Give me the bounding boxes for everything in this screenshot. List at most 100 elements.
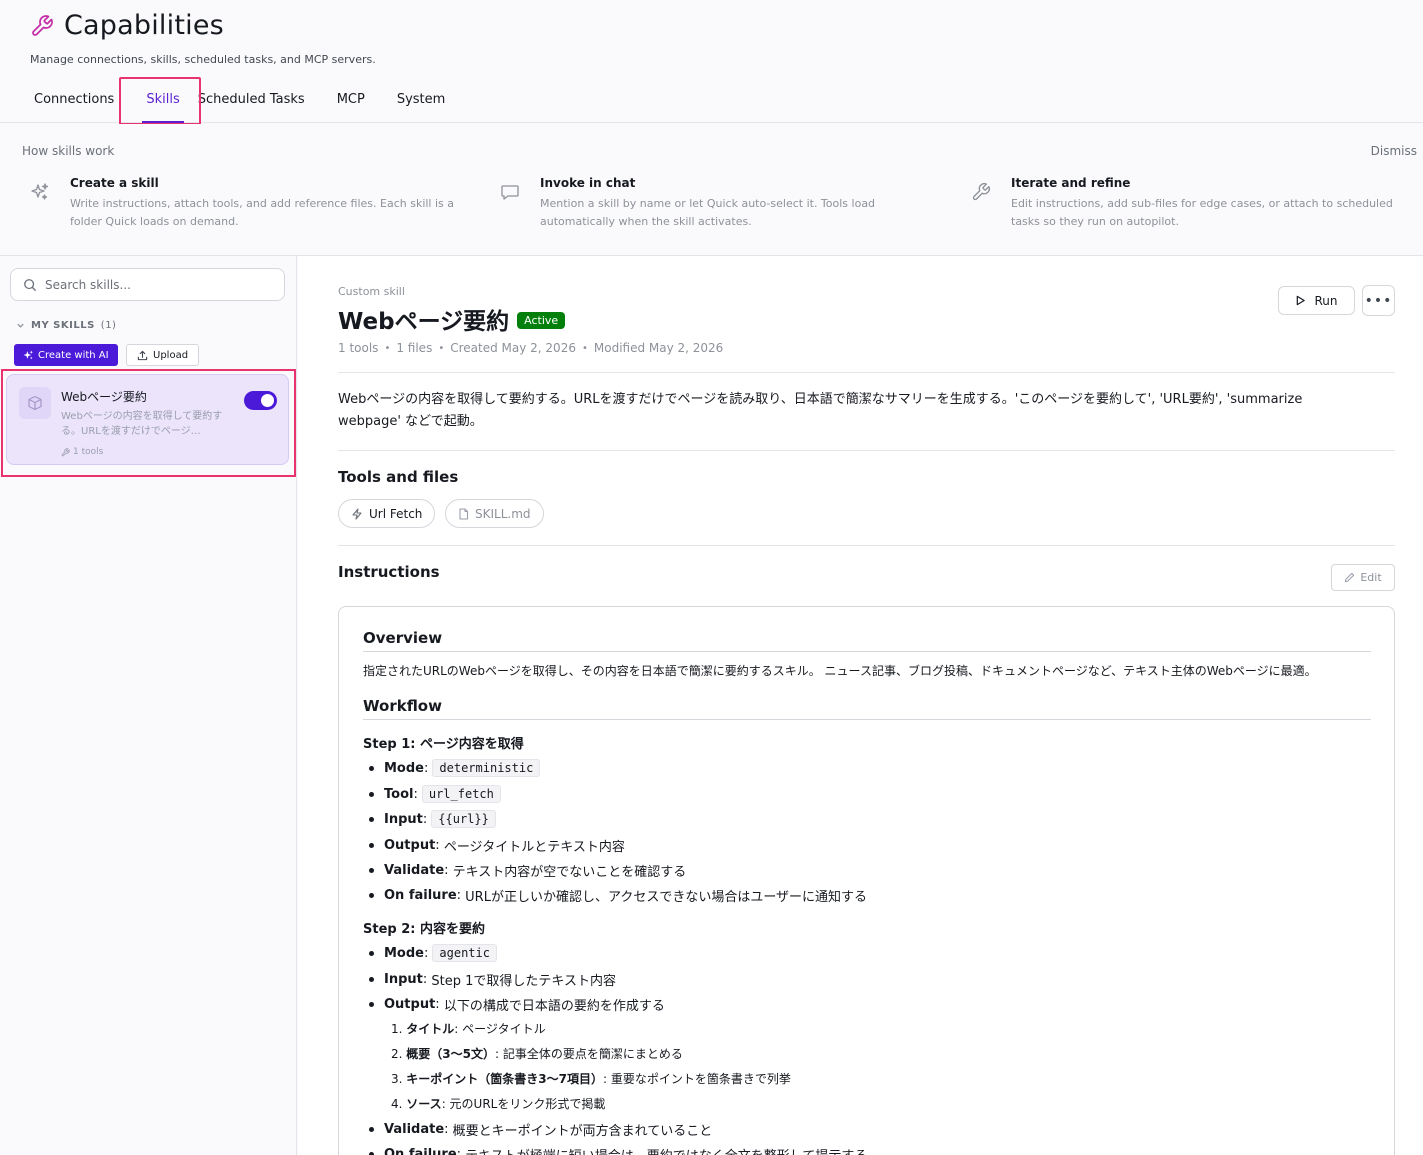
bullet [369, 950, 374, 956]
tab-skills[interactable]: Skills [134, 80, 191, 123]
upload-icon [137, 350, 148, 360]
meta-created: Created May 2, 2026 [450, 341, 576, 355]
ordered-key: ソース [406, 1097, 442, 1111]
list-item-value: URLが正しいか確認し、アクセスできない場合はユーザーに通知する [465, 890, 868, 905]
skill-description: Webページの内容を取得して要約する。URLを渡すだけでページを読み取り、日本語… [338, 392, 1303, 429]
skill-card-desc: Webページの内容を取得して要約する。URLを渡すだけでページ… [61, 411, 223, 437]
heading-rule [363, 651, 1371, 652]
skill-card-tools-count: 1 tools [73, 447, 104, 457]
file-chip-label: SKILL.md [475, 506, 531, 521]
tools-heading: Tools and files [338, 468, 459, 486]
run-button[interactable]: Run [1278, 286, 1355, 315]
code-value: agentic [432, 944, 497, 962]
edit-button[interactable]: Edit [1331, 564, 1395, 591]
tab-mcp[interactable]: MCP [317, 80, 377, 123]
upload-label: Upload [153, 349, 189, 361]
skill-enabled-toggle[interactable] [244, 391, 277, 410]
wrench-icon [61, 447, 70, 456]
code-value: {{url}} [431, 810, 496, 828]
heading-rule [363, 719, 1371, 720]
list-item-value: 以下の構成で日本語の要約を作成する [443, 999, 665, 1014]
list-item-key: Output [384, 838, 436, 853]
list-item-key: Tool [384, 786, 414, 802]
play-icon [1297, 295, 1306, 306]
ordered-num: 2. [391, 1047, 403, 1061]
list-item: Input: Step 1で取得したテキスト内容 [369, 970, 616, 989]
how-card-title: Create a skill [70, 176, 159, 190]
tool-chip-label: Url Fetch [369, 506, 423, 521]
ordered-value: : 記事全体の要点を簡潔にまとめる [494, 1047, 683, 1061]
code-value: deterministic [432, 759, 541, 777]
skill-kicker: Custom skill [338, 285, 405, 298]
bullet [369, 765, 374, 771]
sparkle-icon [31, 183, 49, 200]
skill-card[interactable]: Webページ要約 Webページの内容を取得して要約する。URLを渡すだけでページ… [6, 374, 289, 465]
overview-paragraph: 指定されたURLのWebページを取得し、その内容を日本語で簡潔に要約するスキル。… [363, 664, 1317, 678]
title-row: Capabilities [30, 10, 224, 41]
meta-modified: Modified May 2, 2026 [593, 341, 724, 355]
list-item-value: 概要とキーポイントが両方含まれていること [452, 1124, 713, 1139]
list-item-key: On failure [384, 1147, 457, 1155]
ordered-key: キーポイント（箇条書き3〜7項目） [406, 1072, 603, 1086]
instructions-document: Overview 指定されたURLのWebページを取得し、その内容を日本語で簡潔… [338, 606, 1395, 1155]
more-options-button[interactable]: ••• [1362, 285, 1395, 316]
page-header: Capabilities Manage connections, skills,… [0, 0, 1423, 125]
my-skills-header[interactable]: MY SKILLS (1) [16, 320, 116, 331]
meta-separator: • [581, 342, 588, 354]
my-skills-label: MY SKILLS [31, 320, 95, 331]
skills-sidebar: MY SKILLS (1) Create with AI Upload Webペ… [0, 256, 297, 1155]
create-with-ai-label: Create with AI [38, 349, 109, 361]
ordered-item: 1. タイトル: ページタイトル [391, 1020, 546, 1037]
tab-connections[interactable]: Connections [22, 80, 126, 123]
list-item-key: Mode [384, 945, 424, 961]
list-item-key: Input [384, 811, 423, 827]
meta-files: 1 files [396, 341, 433, 355]
file-chip-skill-md[interactable]: SKILL.md [445, 499, 544, 528]
ordered-item: 3. キーポイント（箇条書き3〜7項目）: 重要なポイントを箇条書きで列挙 [391, 1070, 791, 1087]
search-input[interactable] [45, 275, 275, 295]
list-item-value: テキストが極端に短い場合は、要約ではなく全文を整形して提示する [465, 1145, 867, 1155]
skill-card-name: Webページ要約 [61, 390, 147, 404]
list-item: Mode: agentic [369, 944, 497, 962]
meta-separator: • [384, 342, 391, 354]
list-item: Tool: url_fetch [369, 785, 501, 803]
ordered-item: 4. ソース: 元のURLをリンク形式で掲載 [391, 1095, 605, 1112]
step1-heading: Step 1: ページ内容を取得 [363, 737, 524, 752]
how-card-desc: Write instructions, attach tools, and ad… [70, 197, 455, 228]
my-skills-count: (1) [100, 320, 117, 331]
skill-detail: Custom skill Webページ要約 Active 1 tools • 1… [298, 256, 1423, 1155]
step2-heading: Step 2: 内容を要約 [363, 922, 485, 937]
list-item: Validate: テキスト内容が空でないことを確認する [369, 861, 686, 880]
bullet [369, 1002, 374, 1007]
ordered-key: タイトル [406, 1022, 455, 1036]
pencil-icon [1345, 572, 1355, 583]
search-box [10, 268, 285, 301]
tab-scheduled-tasks[interactable]: Scheduled Tasks [192, 80, 317, 123]
workflow-heading: Workflow [363, 697, 442, 715]
dismiss-button[interactable]: Dismiss [1371, 144, 1417, 158]
divider [338, 450, 1395, 451]
list-item-key: Validate [384, 863, 445, 878]
ordered-num: 4. [391, 1097, 403, 1111]
divider [338, 372, 1395, 373]
tab-system[interactable]: System [377, 80, 457, 123]
bullet [369, 816, 374, 822]
bolt-icon [352, 507, 362, 520]
wrench-icon [32, 14, 53, 36]
upload-button[interactable]: Upload [126, 344, 200, 366]
file-icon [459, 507, 469, 520]
list-item-key: Output [384, 997, 436, 1012]
list-item-value: テキスト内容が空でないことを確認する [452, 865, 687, 880]
list-item-key: Input [384, 972, 423, 987]
divider [338, 545, 1395, 546]
ordered-item: 2. 概要（3〜5文）: 記事全体の要点を簡潔にまとめる [391, 1045, 683, 1062]
list-item: Output: 以下の構成で日本語の要約を作成する [369, 995, 665, 1014]
bullet [369, 791, 374, 797]
ordered-num: 3. [391, 1072, 403, 1086]
tool-chip-url-fetch[interactable]: Url Fetch [338, 499, 436, 528]
meta-separator: • [438, 342, 445, 354]
list-item-key: Mode [384, 760, 424, 776]
list-item-key: Validate [384, 1122, 445, 1137]
create-with-ai-button[interactable]: Create with AI [14, 344, 118, 366]
list-item-key: On failure [384, 888, 457, 903]
